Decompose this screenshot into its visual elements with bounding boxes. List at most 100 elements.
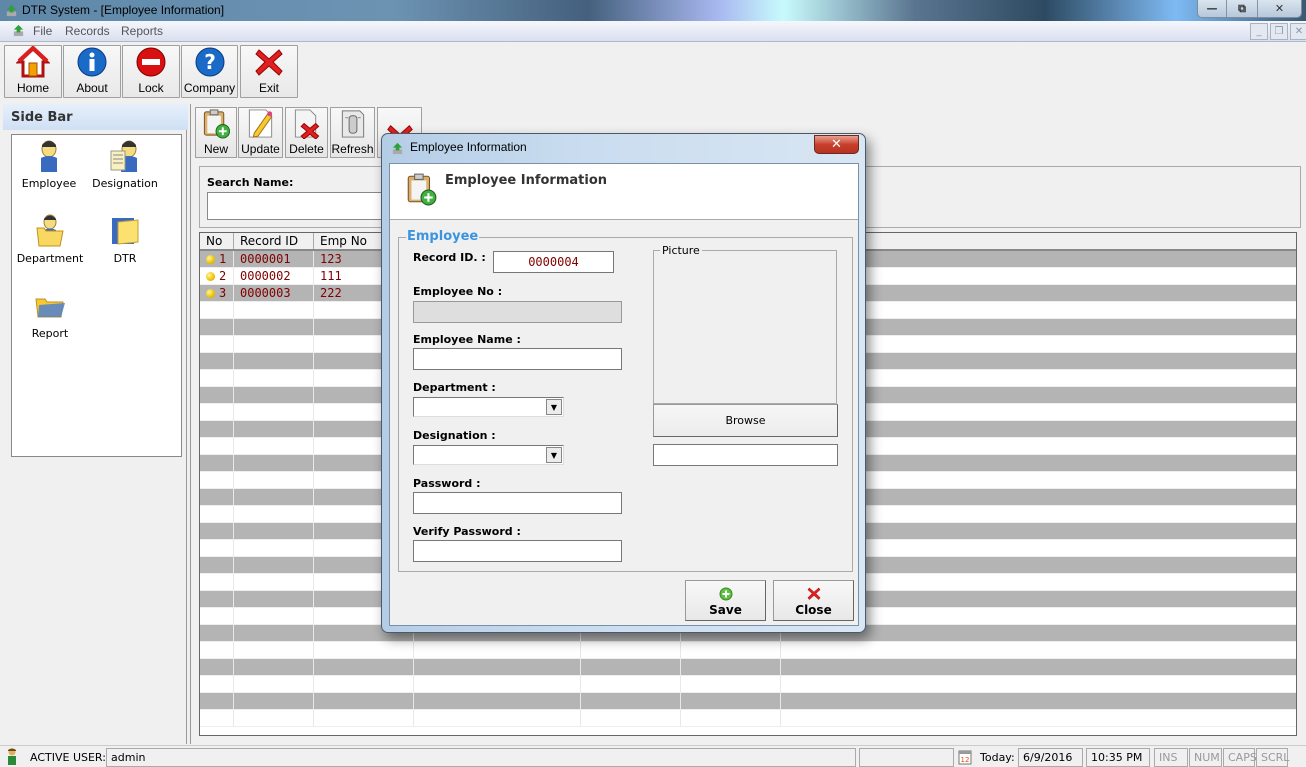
dialog-body: Employee Information Employee Record ID.…	[389, 163, 859, 626]
cell-empty	[234, 404, 314, 420]
cell-empty	[581, 710, 681, 726]
lock-icon	[136, 47, 166, 77]
mdi-controls: _ ❒ ✕	[1250, 23, 1306, 40]
mdi-app-icon	[13, 24, 24, 37]
cell-empty	[200, 336, 234, 352]
employee-name-field[interactable]	[413, 348, 622, 370]
cell-empty	[234, 625, 314, 641]
sidebar-item-department[interactable]: Department	[15, 214, 85, 265]
update-button[interactable]: Update	[238, 107, 283, 158]
search-name-input[interactable]	[207, 192, 387, 220]
picture-label: Picture	[660, 244, 702, 257]
about-button[interactable]: About	[63, 45, 121, 98]
picture-box	[653, 250, 837, 404]
cell-empty	[200, 676, 234, 692]
cell-empty	[681, 693, 781, 709]
close-icon	[807, 587, 820, 600]
menu-records[interactable]: Records	[65, 24, 110, 38]
close-window-button[interactable]: ✕	[1257, 0, 1301, 17]
cell-empty	[200, 370, 234, 386]
column-header-no[interactable]: No	[200, 233, 234, 249]
close-button[interactable]: Close	[773, 580, 854, 621]
active-user-label: ACTIVE USER:	[30, 751, 106, 764]
refresh-button[interactable]: Refresh	[330, 107, 375, 158]
mdi-minimize-button[interactable]: _	[1250, 23, 1268, 40]
exit-button[interactable]: Exit	[240, 45, 298, 98]
cell-empty	[314, 693, 414, 709]
sidebar-item-report[interactable]: Report	[15, 289, 85, 340]
record-id-label: Record ID. :	[413, 251, 486, 264]
sidebar-title: Side Bar	[3, 104, 188, 130]
mdi-restore-button[interactable]: ❒	[1270, 23, 1288, 40]
picture-path-field[interactable]	[653, 444, 838, 466]
employee-information-dialog: Employee Information ✕ Employee Informat…	[381, 133, 866, 633]
cell-empty	[234, 642, 314, 658]
cell-empty	[234, 676, 314, 692]
update-label: Update	[241, 142, 280, 156]
cell-empty	[234, 489, 314, 505]
cell-empty	[200, 353, 234, 369]
department-label: Department :	[413, 381, 496, 394]
cell-empty	[200, 557, 234, 573]
delete-icon	[294, 109, 319, 139]
designation-icon	[110, 140, 137, 172]
sidebar-panel: Employee Designation Department DTR Repo…	[11, 134, 182, 457]
time-value: 10:35 PM	[1086, 748, 1150, 767]
restore-button[interactable]: ⧉	[1226, 0, 1257, 17]
home-button[interactable]: Home	[4, 45, 62, 98]
empty-row	[200, 693, 1296, 710]
cell-no: 3	[200, 285, 234, 301]
employee-no-field[interactable]	[413, 301, 622, 323]
new-record-icon	[407, 173, 437, 206]
employee-group-title: Employee	[406, 229, 480, 244]
chevron-down-icon[interactable]: ▼	[546, 447, 562, 463]
window-title: DTR System - [Employee Information]	[22, 3, 225, 17]
password-field[interactable]	[413, 492, 622, 514]
sidebar-item-label: Report	[31, 327, 69, 340]
new-button[interactable]: New	[195, 107, 237, 158]
cell-empty	[234, 302, 314, 318]
password-label: Password :	[413, 477, 481, 490]
department-select[interactable]: ▼	[413, 397, 564, 417]
cell-empty	[234, 693, 314, 709]
dialog-close-button[interactable]: ✕	[814, 135, 859, 154]
cell-empty	[200, 506, 234, 522]
company-button[interactable]: ? Company	[181, 45, 238, 98]
menu-file[interactable]: File	[33, 24, 52, 38]
cell-empty	[414, 676, 581, 692]
cell-empty	[234, 319, 314, 335]
row-number: 2	[219, 269, 227, 283]
caps-indicator: CAPS	[1223, 748, 1257, 767]
cell-empty	[681, 659, 781, 675]
chevron-down-icon[interactable]: ▼	[546, 399, 562, 415]
search-label: Search Name:	[207, 176, 294, 189]
delete-button[interactable]: Delete	[285, 107, 328, 158]
designation-select[interactable]: ▼	[413, 445, 564, 465]
cell-no: 2	[200, 268, 234, 284]
mdi-close-button[interactable]: ✕	[1290, 23, 1306, 40]
cell-empty	[234, 472, 314, 488]
cell-record-id: 0000002	[234, 268, 314, 284]
sidebar-item-dtr[interactable]: DTR	[90, 214, 160, 265]
info-icon	[77, 47, 107, 77]
employee-icon	[41, 140, 57, 172]
record-id-field[interactable]	[493, 251, 614, 273]
scrl-indicator: SCRL	[1256, 748, 1289, 767]
save-button[interactable]: Save	[685, 580, 766, 621]
cell-empty	[200, 387, 234, 403]
lock-button[interactable]: Lock	[122, 45, 180, 98]
cell-empty	[234, 659, 314, 675]
cell-empty	[200, 421, 234, 437]
sidebar-item-employee[interactable]: Employee	[14, 139, 84, 190]
cell-empty	[234, 387, 314, 403]
cell-empty	[681, 642, 781, 658]
exit-label: Exit	[258, 81, 279, 95]
cell-record-id: 0000001	[234, 251, 314, 267]
minimize-button[interactable]: —	[1198, 0, 1226, 17]
status-panel-blank	[859, 748, 954, 767]
menu-reports[interactable]: Reports	[121, 24, 163, 38]
column-header-record-id[interactable]: Record ID	[234, 233, 314, 249]
browse-button[interactable]: Browse	[653, 404, 838, 437]
verify-password-field[interactable]	[413, 540, 622, 562]
sidebar-item-designation[interactable]: Designation	[90, 139, 160, 190]
